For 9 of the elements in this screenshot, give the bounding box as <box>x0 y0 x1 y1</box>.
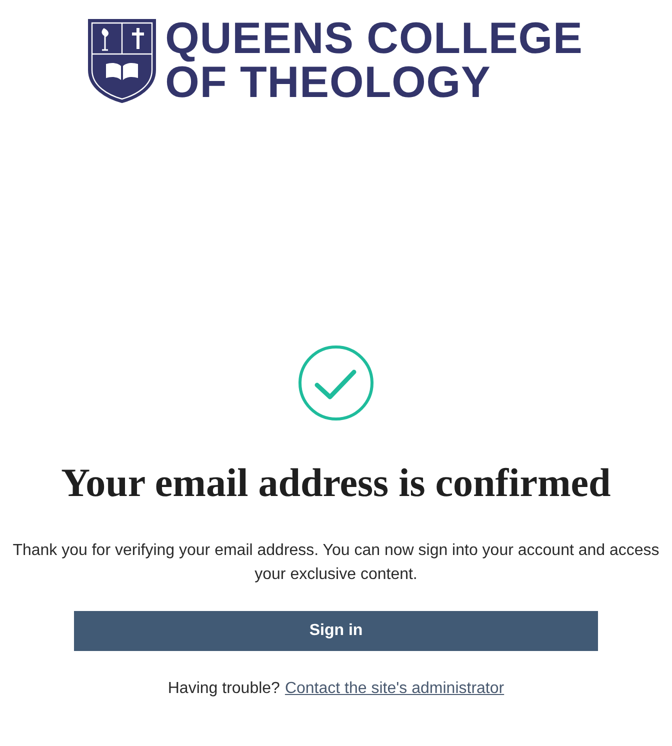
confirmation-message: Thank you for verifying your email address. You can now sign into your account and access your exclusive content. <box>12 541 660 585</box>
shield-logo-icon <box>87 18 158 104</box>
logo-text: OF THEOLOGY <box>165 61 492 105</box>
check-circle-icon <box>298 345 374 421</box>
logo-text: QUEENS COLLEGE <box>165 17 583 61</box>
help-text: Having trouble? <box>168 679 280 699</box>
contact-admin-link[interactable]: Contact the site's administrator <box>284 677 504 701</box>
page-heading: Your email address is confirmed <box>61 459 611 507</box>
sign-in-button[interactable]: Sign in <box>74 611 598 651</box>
